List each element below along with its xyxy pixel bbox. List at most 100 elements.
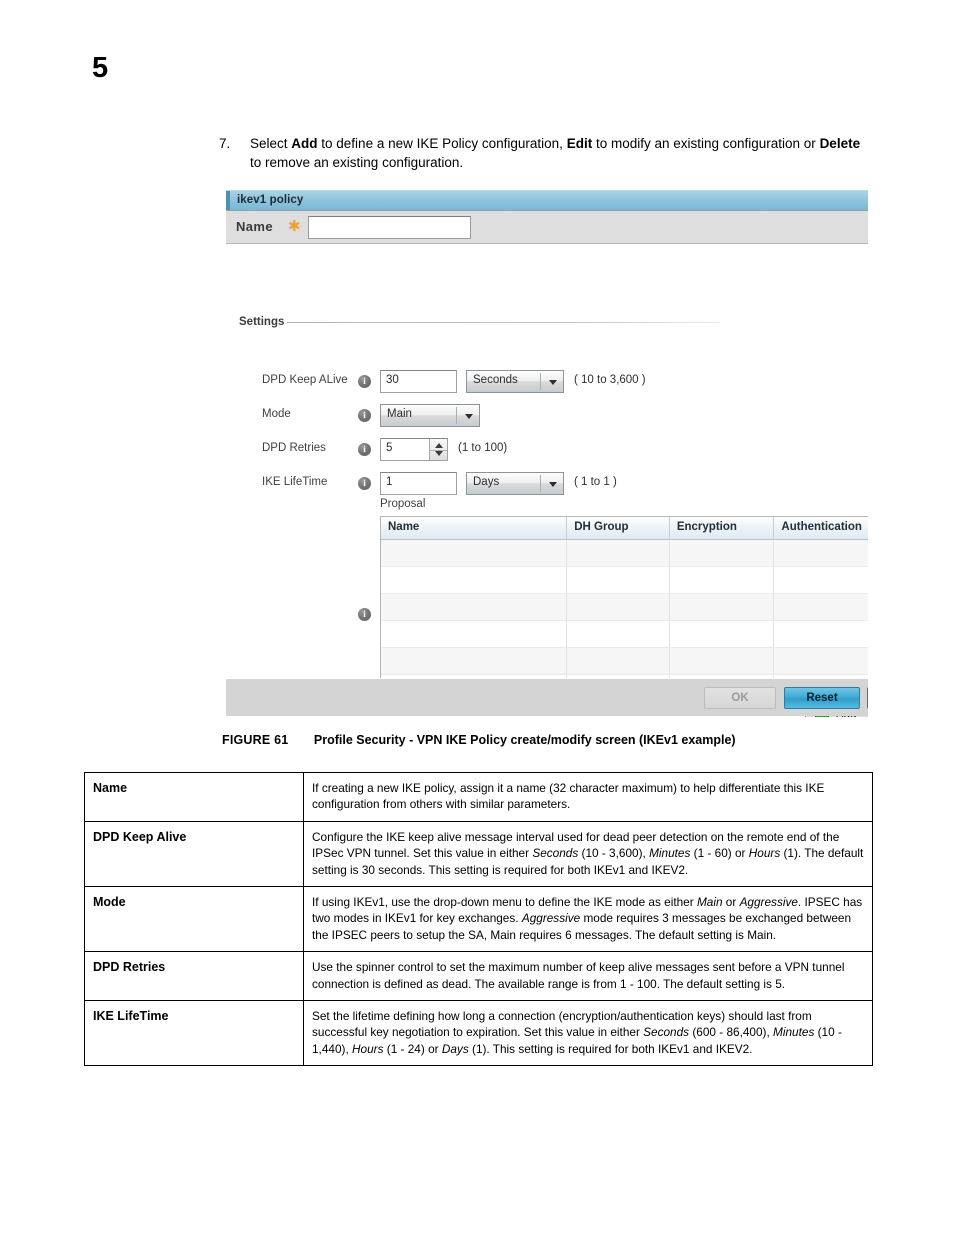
field-name-cell: Mode bbox=[84, 886, 304, 953]
field-description-cell: If creating a new IKE policy, assign it … bbox=[303, 772, 873, 822]
table-row[interactable] bbox=[381, 594, 868, 621]
select-separator bbox=[540, 475, 541, 492]
info-icon[interactable]: i bbox=[358, 608, 371, 621]
table-row: Name If creating a new IKE policy, assign… bbox=[84, 772, 873, 822]
table-cell bbox=[567, 540, 670, 566]
table-cell bbox=[670, 621, 775, 647]
ike-lifetime-unit-value: Days bbox=[473, 476, 500, 488]
select-separator bbox=[456, 407, 457, 424]
dpd-retries-range-hint: (1 to 100) bbox=[458, 442, 508, 454]
name-field-row: Name ✱ bbox=[226, 210, 868, 244]
table-cell bbox=[774, 648, 868, 674]
chevron-down-icon bbox=[549, 482, 557, 487]
settings-section-rule bbox=[287, 322, 720, 323]
figure-caption: FIGURE 61 Profile Security - VPN IKE Pol… bbox=[222, 733, 736, 747]
select-separator bbox=[540, 373, 541, 390]
table-cell bbox=[774, 621, 868, 647]
mode-select[interactable]: Main bbox=[380, 404, 480, 427]
table-row[interactable] bbox=[381, 621, 868, 648]
proposal-table-header: Name DH Group Encryption Authentication bbox=[381, 517, 868, 540]
step-text: Select Add to define a new IKE Policy co… bbox=[250, 136, 861, 170]
table-cell bbox=[567, 621, 670, 647]
figure-caption-text: Profile Security - VPN IKE Policy create… bbox=[313, 733, 736, 747]
stepper-up-icon[interactable] bbox=[435, 443, 443, 448]
table-cell bbox=[567, 567, 670, 593]
table-row: Mode If using IKEv1, use the drop-down me… bbox=[84, 886, 873, 953]
dpd-keep-alive-unit-value: Seconds bbox=[473, 374, 518, 386]
table-row[interactable] bbox=[381, 567, 868, 594]
field-description-cell: Use the spinner control to set the maxim… bbox=[303, 951, 873, 1002]
titlebar-accent bbox=[226, 191, 230, 210]
field-description-cell: Set the lifetime defining how long a con… bbox=[303, 1000, 873, 1067]
dialog-body: Settings DPD Keep ALive i 30 Seconds ( 1… bbox=[226, 244, 868, 717]
table-row[interactable] bbox=[381, 648, 868, 675]
field-label-ike-lifetime: IKE LifeTime bbox=[262, 476, 328, 488]
column-header-authentication[interactable]: Authentication bbox=[774, 517, 868, 539]
stepper-buttons[interactable] bbox=[429, 439, 447, 460]
field-label-dpd-keep-alive: DPD Keep ALive bbox=[262, 374, 348, 386]
dialog-footer: OK Reset bbox=[226, 678, 868, 716]
info-icon[interactable]: i bbox=[358, 375, 371, 388]
name-input[interactable] bbox=[308, 216, 471, 239]
name-label: Name bbox=[236, 219, 274, 234]
table-cell bbox=[381, 648, 568, 674]
field-description-cell: Configure the IKE keep alive message int… bbox=[303, 820, 873, 888]
table-cell bbox=[567, 648, 670, 674]
stepper-down-icon[interactable] bbox=[435, 451, 443, 456]
dpd-retries-value: 5 bbox=[386, 442, 393, 454]
field-name-cell: IKE LifeTime bbox=[84, 1000, 304, 1067]
dialog-title: ikev1 policy bbox=[237, 194, 304, 206]
dpd-retries-stepper[interactable]: 5 bbox=[380, 438, 448, 461]
field-name-cell: Name bbox=[84, 772, 304, 822]
table-cell bbox=[381, 540, 568, 566]
table-cell bbox=[670, 648, 775, 674]
exit-button[interactable] bbox=[867, 687, 868, 709]
table-cell bbox=[381, 594, 568, 620]
chevron-down-icon bbox=[549, 380, 557, 385]
required-star-icon: ✱ bbox=[288, 218, 301, 235]
settings-section-heading: Settings bbox=[239, 316, 285, 328]
column-header-encryption[interactable]: Encryption bbox=[670, 517, 775, 539]
column-header-dh-group[interactable]: DH Group bbox=[567, 517, 670, 539]
table-row: DPD Keep Alive Configure the IKE keep ali… bbox=[84, 820, 873, 888]
ok-button[interactable]: OK bbox=[704, 687, 776, 709]
proposal-table: Name DH Group Encryption Authentication bbox=[380, 516, 868, 702]
field-label-dpd-retries: DPD Retries bbox=[262, 442, 326, 454]
table-cell bbox=[670, 594, 775, 620]
page-number: 5 bbox=[92, 52, 109, 84]
info-icon[interactable]: i bbox=[358, 477, 371, 490]
field-name-cell: DPD Retries bbox=[84, 951, 304, 1002]
step-item: 7. Select Add to define a new IKE Policy… bbox=[219, 134, 871, 172]
table-cell bbox=[567, 594, 670, 620]
ike-policy-dialog: ikev1 policy Name ✱ Settings DPD Keep AL… bbox=[226, 190, 868, 717]
table-cell bbox=[774, 567, 868, 593]
info-icon[interactable]: i bbox=[358, 443, 371, 456]
field-label-mode: Mode bbox=[262, 408, 291, 420]
table-row: DPD Retries Use the spinner control to se… bbox=[84, 951, 873, 1002]
table-cell bbox=[381, 567, 568, 593]
table-cell bbox=[381, 621, 568, 647]
dpd-keep-alive-range-hint: ( 10 to 3,600 ) bbox=[574, 374, 646, 386]
proposal-label: Proposal bbox=[380, 498, 426, 510]
dialog-titlebar: ikev1 policy bbox=[226, 190, 868, 210]
table-cell bbox=[774, 540, 868, 566]
field-description-table: Name If creating a new IKE policy, assign… bbox=[84, 772, 873, 1067]
field-name-cell: DPD Keep Alive bbox=[84, 820, 304, 888]
table-cell bbox=[670, 567, 775, 593]
ike-lifetime-range-hint: ( 1 to 1 ) bbox=[574, 476, 617, 488]
table-cell bbox=[670, 540, 775, 566]
dpd-keep-alive-input[interactable]: 30 bbox=[380, 370, 457, 393]
column-header-name[interactable]: Name bbox=[381, 517, 568, 539]
figure-number: FIGURE 61 bbox=[222, 733, 289, 747]
dpd-keep-alive-unit-select[interactable]: Seconds bbox=[466, 370, 564, 393]
step-number: 7. bbox=[219, 136, 231, 151]
mode-select-value: Main bbox=[387, 408, 412, 420]
info-icon[interactable]: i bbox=[358, 409, 371, 422]
table-row: IKE LifeTime Set the lifetime defining ho… bbox=[84, 1000, 873, 1067]
ike-lifetime-input[interactable]: 1 bbox=[380, 472, 457, 495]
field-description-cell: If using IKEv1, use the drop-down menu t… bbox=[303, 886, 873, 953]
table-row[interactable] bbox=[381, 540, 868, 567]
reset-button[interactable]: Reset bbox=[784, 687, 860, 709]
ike-lifetime-unit-select[interactable]: Days bbox=[466, 472, 564, 495]
chevron-down-icon bbox=[465, 414, 473, 419]
